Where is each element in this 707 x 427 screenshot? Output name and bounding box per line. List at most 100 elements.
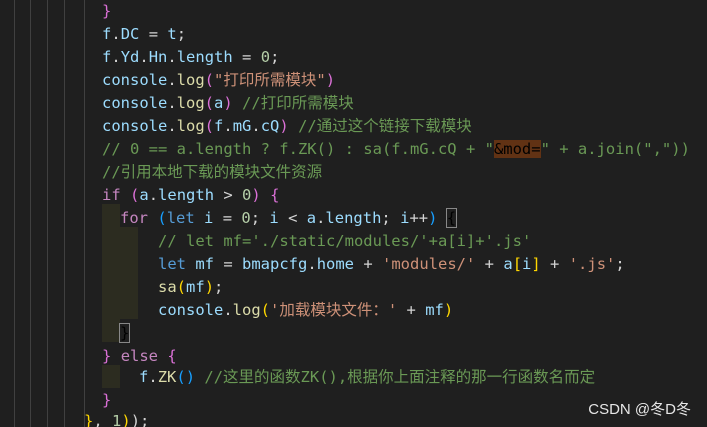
code-token: '.js': [568, 255, 616, 273]
code-token: mf: [186, 278, 205, 296]
code-token: ;: [214, 278, 224, 296]
code-line[interactable]: //引用本地下载的模块文件资源: [0, 161, 707, 184]
code-token: .: [111, 25, 121, 43]
code-text: }: [102, 0, 111, 23]
code-text: f.DC = t;: [102, 23, 186, 46]
code-text: // let mf='./static/modules/'+a[i]+'.js': [158, 230, 531, 253]
code-token: ): [204, 278, 215, 296]
code-line[interactable]: // 0 == a.length ? f.ZK() : sa(f.mG.cQ +…: [0, 138, 707, 161]
code-text: console.log('加载模块文件：' + mf): [158, 299, 453, 322]
code-editor[interactable]: } f.DC = t; f.Yd.Hn.length = 0; console.…: [0, 0, 707, 427]
code-token: mf: [195, 255, 215, 273]
code-line[interactable]: }: [0, 0, 707, 23]
code-token: " + a.join(",")): [540, 140, 690, 158]
code-token: (: [157, 209, 167, 227]
code-text: sa(mf);: [158, 276, 223, 299]
watermark: CSDN @冬D冬: [588, 401, 691, 418]
code-token: //引用本地下载的模块文件资源: [102, 163, 323, 181]
code-token: a: [214, 94, 224, 112]
code-text: }: [118, 322, 131, 345]
code-token: }: [118, 323, 131, 343]
code-token: .: [167, 117, 177, 135]
code-token: 0: [260, 48, 271, 66]
code-token: .: [167, 48, 177, 66]
code-token: i: [522, 255, 532, 273]
code-token: .: [167, 94, 177, 112]
code-line[interactable]: }: [0, 322, 707, 345]
code-token: ): [251, 186, 261, 204]
code-token: ]: [531, 255, 541, 273]
code-token: (: [204, 117, 215, 135]
code-token: ): [279, 117, 289, 135]
code-token: >: [214, 186, 243, 204]
code-token: DC: [120, 25, 140, 43]
code-text: }, 1));: [84, 410, 149, 427]
code-token: }: [102, 391, 112, 409]
code-token: ++: [409, 209, 429, 227]
code-text: f.Yd.Hn.length = 0;: [102, 46, 279, 69]
code-token: ZK: [157, 368, 177, 386]
code-token: (: [260, 301, 271, 319]
code-token: console: [102, 71, 168, 89]
code-token: (: [176, 278, 187, 296]
code-line[interactable]: console.log(f.mG.cQ) //通过这个链接下载模块: [0, 115, 707, 138]
code-token: mf: [425, 301, 444, 319]
code-token: );: [130, 412, 150, 427]
code-token: .: [223, 117, 233, 135]
code-token: (: [204, 94, 215, 112]
code-line[interactable]: } else {: [0, 345, 707, 368]
code-text: // 0 == a.length ? f.ZK() : sa(f.mG.cQ +…: [102, 138, 690, 161]
code-line[interactable]: console.log("打印所需模块"): [0, 69, 707, 92]
code-text: console.log(f.mG.cQ) //通过这个链接下载模块: [102, 115, 472, 138]
code-token: +: [475, 255, 504, 273]
code-line[interactable]: for (let i = 0; i < a.length; i++) {: [0, 207, 707, 230]
code-token: 0: [242, 186, 252, 204]
code-token: mG: [232, 117, 252, 135]
code-token: f: [102, 25, 112, 43]
code-token: i: [269, 209, 279, 227]
code-token: ,: [93, 412, 113, 427]
code-token: length: [176, 48, 233, 66]
code-text: console.log(a) //打印所需模块: [102, 92, 354, 115]
code-token: f: [214, 117, 224, 135]
code-token: length: [158, 186, 215, 204]
code-token: +: [397, 301, 426, 319]
code-token: .: [139, 48, 149, 66]
code-line[interactable]: f.DC = t;: [0, 23, 707, 46]
code-token: a: [139, 186, 149, 204]
code-token: '加载模块文件：': [270, 301, 398, 319]
code-token: //通过这个链接下载模块: [288, 117, 472, 135]
code-token: 0: [241, 209, 251, 227]
code-line[interactable]: // let mf='./static/modules/'+a[i]+'.js': [0, 230, 707, 253]
code-token: t: [167, 25, 177, 43]
code-token: // let mf='./static/modules/'+a[i]+'.js': [158, 232, 532, 250]
code-line[interactable]: let mf = bmapcfg.home + 'modules/' + a[i…: [0, 253, 707, 276]
code-token: // 0 == a.length ? f.ZK() : sa(f.mG.cQ +…: [102, 140, 494, 158]
code-token: .: [167, 71, 177, 89]
code-token: log: [176, 94, 205, 112]
code-line[interactable]: if (a.length > 0) {: [0, 184, 707, 207]
code-text: //引用本地下载的模块文件资源: [102, 161, 322, 184]
code-token: console: [102, 117, 168, 135]
code-token: {: [270, 186, 280, 204]
code-token: 1: [112, 412, 122, 427]
code-token: .: [148, 368, 158, 386]
code-line[interactable]: sa(mf);: [0, 276, 707, 299]
code-token: log: [176, 71, 205, 89]
code-token: home: [316, 255, 355, 273]
code-token: let: [166, 209, 195, 227]
code-line[interactable]: console.log('加载模块文件：' + mf): [0, 299, 707, 322]
code-line[interactable]: console.log(a) //打印所需模块: [0, 92, 707, 115]
code-token: (: [130, 186, 140, 204]
code-token: ;: [176, 25, 187, 43]
code-line[interactable]: f.Yd.Hn.length = 0;: [0, 46, 707, 69]
code-token: Hn: [148, 48, 168, 66]
code-token: i: [204, 209, 214, 227]
code-line[interactable]: f.ZK() //这里的函数ZK(),根据你上面注释的那一行函数名而定: [0, 366, 707, 389]
code-token: a: [503, 255, 513, 273]
code-token: log: [176, 117, 205, 135]
